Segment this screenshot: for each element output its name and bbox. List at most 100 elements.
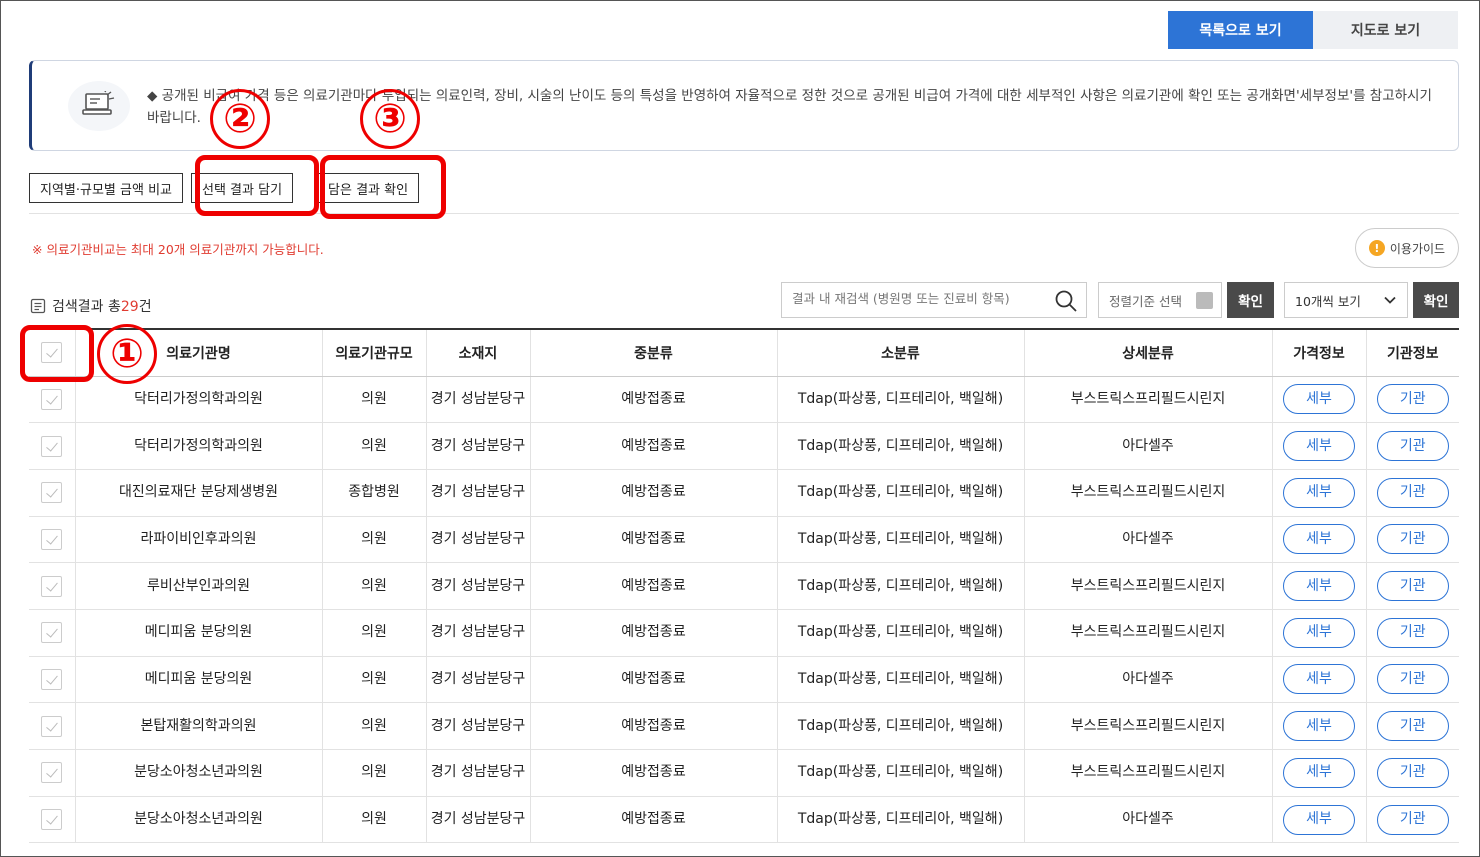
detail-button[interactable]: 세부 bbox=[1283, 524, 1355, 555]
cell-org-info: 기관 bbox=[1365, 422, 1459, 470]
cell-detail-category: 부스트릭스프리필드시린지 bbox=[1023, 609, 1272, 657]
row-select-cell bbox=[29, 749, 75, 797]
cell-name: 닥터리가정의학과의원 bbox=[74, 376, 322, 424]
detail-button[interactable]: 세부 bbox=[1283, 664, 1355, 695]
cell-detail-category: 아다셀주 bbox=[1023, 796, 1272, 844]
detail-button[interactable]: 세부 bbox=[1283, 477, 1355, 508]
org-button[interactable]: 기관 bbox=[1376, 664, 1449, 695]
map-view-button[interactable]: 지도로 보기 bbox=[1313, 11, 1458, 49]
org-button[interactable]: 기관 bbox=[1376, 571, 1449, 602]
cell-mid-category: 예방접종료 bbox=[529, 656, 777, 704]
table-row: 메디피움 분당의원 의원 경기 성남분당구 예방접종료 Tdap(파상풍, 디프테리아,… bbox=[29, 656, 1459, 704]
cell-small-category: Tdap(파상풍, 디프테리아, 백일해) bbox=[776, 656, 1024, 704]
detail-button[interactable]: 세부 bbox=[1283, 384, 1355, 415]
row-checkbox[interactable] bbox=[41, 482, 63, 504]
cell-mid-category: 예방접종료 bbox=[529, 749, 777, 797]
org-button[interactable]: 기관 bbox=[1376, 524, 1449, 555]
table-row: 닥터리가정의학과의원 의원 경기 성남분당구 예방접종료 Tdap(파상풍, 디프테리아… bbox=[29, 422, 1459, 470]
table-row: 라파이비인후과의원 의원 경기 성남분당구 예방접종료 Tdap(파상풍, 디프테리아,… bbox=[29, 516, 1459, 564]
cell-price-info: 세부 bbox=[1271, 376, 1366, 424]
cell-scale: 의원 bbox=[321, 376, 426, 424]
row-select-cell bbox=[29, 702, 75, 750]
search-input[interactable] bbox=[792, 291, 1042, 306]
per-page-select[interactable]: 10개씩 보기 bbox=[1284, 282, 1408, 318]
org-button[interactable]: 기관 bbox=[1376, 384, 1449, 415]
cell-org-info: 기관 bbox=[1365, 609, 1459, 657]
sort-select-label: 정렬기준 선택 bbox=[1109, 293, 1182, 309]
cell-mid-category: 예방접종료 bbox=[529, 516, 777, 564]
user-guide-label: 이용가이드 bbox=[1389, 241, 1446, 256]
action-buttons: 지역별·규모별 금액 비교 선택 결과 담기 담은 결과 확인 bbox=[29, 173, 420, 203]
cell-org-info: 기관 bbox=[1365, 749, 1459, 797]
table-row: 분당소아청소년과의원 의원 경기 성남분당구 예방접종료 Tdap(파상풍, 디프테리아… bbox=[29, 749, 1459, 797]
org-button[interactable]: 기관 bbox=[1376, 431, 1449, 462]
list-view-button[interactable]: 목록으로 보기 bbox=[1168, 11, 1313, 49]
divider bbox=[29, 213, 1459, 214]
header-name: 의료기관명 bbox=[74, 328, 322, 377]
sort-select[interactable]: 정렬기준 선택 bbox=[1098, 282, 1222, 318]
list-menu-icon bbox=[1196, 292, 1213, 309]
cell-mid-category: 예방접종료 bbox=[529, 376, 777, 424]
row-checkbox[interactable] bbox=[41, 668, 63, 690]
view-added-button[interactable]: 담은 결과 확인 bbox=[317, 173, 420, 203]
detail-button[interactable]: 세부 bbox=[1283, 431, 1355, 462]
cell-price-info: 세부 bbox=[1271, 516, 1366, 564]
table-row: 본탑재활의학과의원 의원 경기 성남분당구 예방접종료 Tdap(파상풍, 디프테리아,… bbox=[29, 702, 1459, 750]
cell-detail-category: 부스트릭스프리필드시린지 bbox=[1023, 469, 1272, 517]
cell-org-info: 기관 bbox=[1365, 702, 1459, 750]
table-row: 분당소아청소년과의원 의원 경기 성남분당구 예방접종료 Tdap(파상풍, 디프테리아… bbox=[29, 796, 1459, 844]
info-icon: ! bbox=[1368, 240, 1385, 256]
row-checkbox[interactable] bbox=[41, 809, 63, 831]
select-all-checkbox[interactable] bbox=[41, 342, 63, 364]
detail-button[interactable]: 세부 bbox=[1283, 757, 1355, 788]
region-compare-button[interactable]: 지역별·규모별 금액 비교 bbox=[29, 173, 183, 203]
user-guide-button[interactable]: ! 이용가이드 bbox=[1355, 228, 1459, 268]
header-select-all bbox=[29, 328, 75, 377]
cell-scale: 의원 bbox=[321, 749, 426, 797]
org-button[interactable]: 기관 bbox=[1376, 711, 1449, 742]
add-selected-button[interactable]: 선택 결과 담기 bbox=[191, 173, 294, 203]
row-checkbox[interactable] bbox=[41, 528, 63, 550]
detail-button[interactable]: 세부 bbox=[1283, 804, 1355, 835]
row-checkbox[interactable] bbox=[41, 435, 63, 457]
search-icon[interactable] bbox=[1054, 289, 1078, 313]
cell-location: 경기 성남분당구 bbox=[425, 376, 530, 424]
cell-small-category: Tdap(파상풍, 디프테리아, 백일해) bbox=[776, 702, 1024, 750]
cell-location: 경기 성남분당구 bbox=[425, 749, 530, 797]
detail-button[interactable]: 세부 bbox=[1283, 711, 1355, 742]
org-button[interactable]: 기관 bbox=[1376, 477, 1449, 508]
result-count-prefix: 검색결과 총 bbox=[52, 299, 121, 315]
org-button[interactable]: 기관 bbox=[1376, 757, 1449, 788]
row-checkbox[interactable] bbox=[41, 388, 63, 410]
per-page-confirm-button[interactable]: 확인 bbox=[1413, 282, 1459, 318]
cell-name: 본탑재활의학과의원 bbox=[74, 702, 322, 750]
cell-price-info: 세부 bbox=[1271, 702, 1366, 750]
header-small-category: 소분류 bbox=[776, 328, 1024, 377]
chevron-down-icon bbox=[1384, 296, 1396, 304]
row-select-cell bbox=[29, 796, 75, 844]
cell-price-info: 세부 bbox=[1271, 469, 1366, 517]
row-checkbox[interactable] bbox=[41, 715, 63, 737]
detail-button[interactable]: 세부 bbox=[1283, 617, 1355, 648]
row-select-cell bbox=[29, 516, 75, 564]
result-count: 검색결과 총29건 bbox=[30, 296, 152, 316]
results-table: 의료기관명 의료기관규모 소재지 중분류 소분류 상세분류 가격정보 기관정보 … bbox=[29, 328, 1459, 844]
cell-org-info: 기관 bbox=[1365, 796, 1459, 844]
cell-small-category: Tdap(파상풍, 디프테리아, 백일해) bbox=[776, 749, 1024, 797]
row-checkbox[interactable] bbox=[41, 622, 63, 644]
sort-confirm-button[interactable]: 확인 bbox=[1227, 282, 1274, 318]
cell-org-info: 기관 bbox=[1365, 516, 1459, 564]
cell-location: 경기 성남분당구 bbox=[425, 562, 530, 610]
view-toggle: 목록으로 보기 지도로 보기 bbox=[1168, 11, 1458, 49]
org-button[interactable]: 기관 bbox=[1376, 617, 1449, 648]
table-header-row: 의료기관명 의료기관규모 소재지 중분류 소분류 상세분류 가격정보 기관정보 bbox=[29, 328, 1459, 377]
row-checkbox[interactable] bbox=[41, 575, 63, 597]
cell-name: 루비산부인과의원 bbox=[74, 562, 322, 610]
row-checkbox[interactable] bbox=[41, 762, 63, 784]
cell-mid-category: 예방접종료 bbox=[529, 702, 777, 750]
org-button[interactable]: 기관 bbox=[1376, 804, 1449, 835]
list-icon bbox=[30, 298, 46, 314]
detail-button[interactable]: 세부 bbox=[1283, 571, 1355, 602]
cell-name: 메디피움 분당의원 bbox=[74, 609, 322, 657]
table-row: 대진의료재단 분당제생병원 종합병원 경기 성남분당구 예방접종료 Tdap(파상풍, … bbox=[29, 469, 1459, 517]
